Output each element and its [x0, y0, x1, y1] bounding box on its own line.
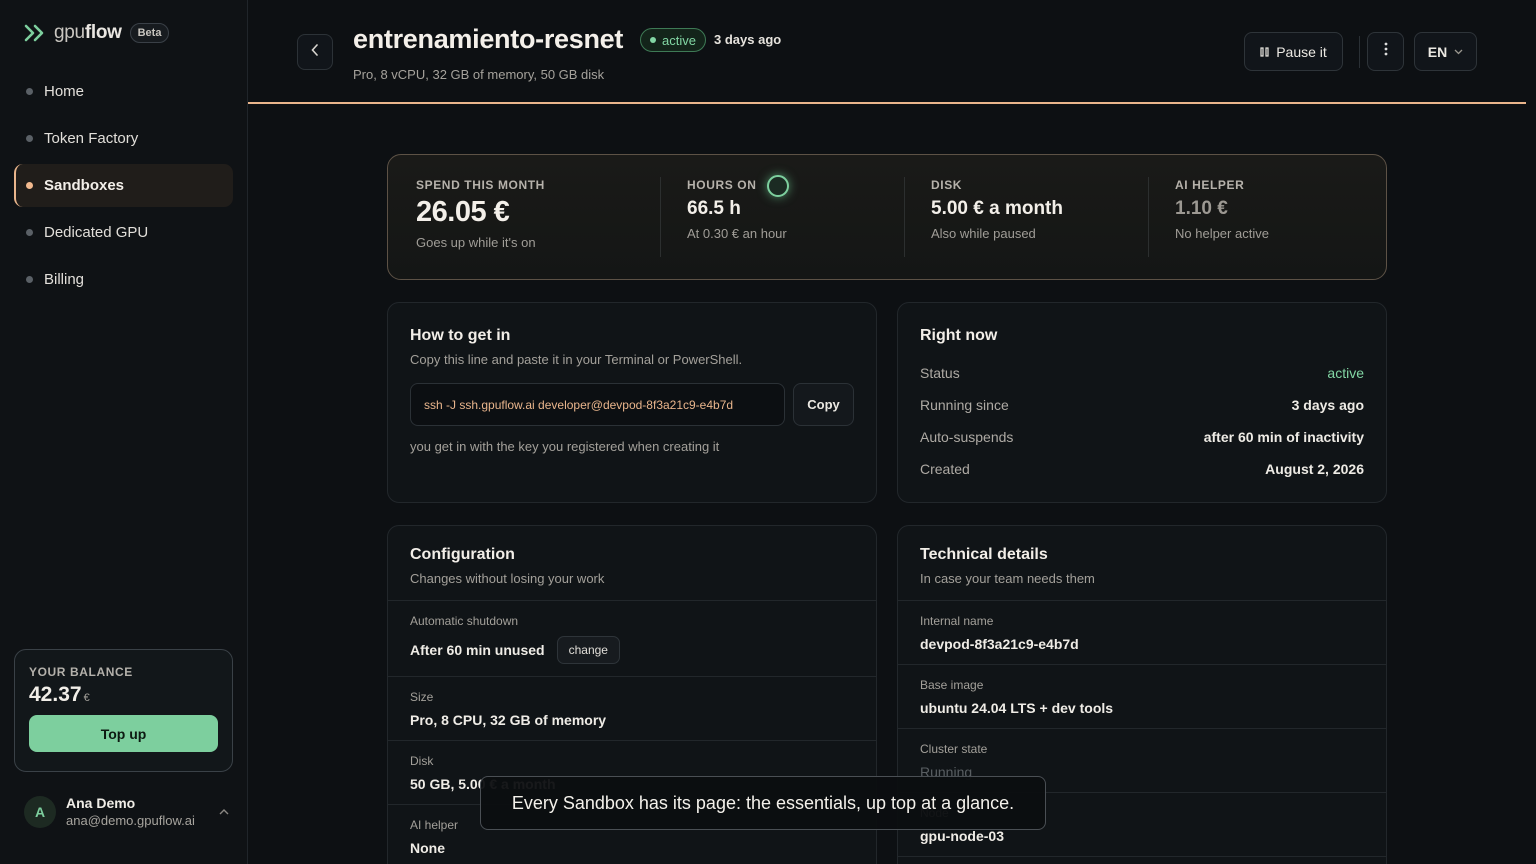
auto-suspends-row: Auto-suspends after 60 min of inactivity: [920, 429, 1364, 445]
sidebar-item-token-factory[interactable]: Token Factory: [14, 117, 233, 160]
sidebar-item-dedicated-gpu[interactable]: Dedicated GPU: [14, 211, 233, 254]
logo-chevrons-icon: [24, 24, 46, 42]
base-image-row: Base image ubuntu 24.04 LTS + dev tools: [898, 665, 1386, 729]
beta-badge: Beta: [129, 23, 170, 43]
stat-value: 66.5 h: [687, 198, 741, 219]
user-name: Ana Demo: [66, 795, 136, 811]
internal-name-row: Internal name devpod-8f3a21c9-e4b7d: [898, 601, 1386, 665]
sidebar-item-sandboxes[interactable]: Sandboxes: [14, 164, 233, 207]
copy-button[interactable]: Copy: [793, 383, 854, 426]
page-subtitle: Pro, 8 vCPU, 32 GB of memory, 50 GB disk: [353, 67, 605, 82]
bullet-icon: [26, 276, 33, 283]
balance-label: YOUR BALANCE: [29, 665, 133, 679]
shutdown-row: Automatic shutdown After 60 min unused ch…: [388, 601, 876, 677]
created-row: Created August 2, 2026: [920, 461, 1364, 477]
stat-value: 26.05 €: [416, 196, 510, 228]
stat-label: DISK: [931, 178, 963, 192]
sidebar-item-billing[interactable]: Billing: [14, 258, 233, 301]
stat-note: No helper active: [1175, 226, 1269, 241]
stat-note: Also while paused: [931, 226, 1036, 241]
stat-ai-helper: AI HELPER 1.10 € No helper active: [1175, 178, 1269, 241]
card-title: Configuration: [410, 546, 515, 563]
status-dot-icon: [650, 37, 656, 43]
back-button[interactable]: [297, 34, 333, 70]
stat-label: AI HELPER: [1175, 178, 1245, 192]
live-indicator-icon: [767, 175, 789, 197]
user-menu[interactable]: A Ana Demo ana@demo.gpuflow.ai: [24, 795, 229, 828]
sidebar-item-label: Token Factory: [44, 130, 139, 147]
user-email: ana@demo.gpuflow.ai: [66, 813, 195, 828]
card-title: How to get in: [410, 327, 511, 344]
balance-amount: 42.37 €: [29, 683, 90, 706]
brand[interactable]: gpuflow Beta: [24, 22, 170, 44]
brand-name: gpuflow: [54, 22, 122, 43]
bullet-icon: [26, 88, 33, 95]
sidebar-nav: Home Token Factory Sandboxes Dedicated G…: [14, 70, 233, 305]
pause-icon: [1260, 44, 1269, 60]
sidebar-item-label: Billing: [44, 271, 85, 288]
stat-value: 1.10 €: [1175, 198, 1228, 219]
divider: [660, 177, 661, 257]
card-subtitle: Copy this line and paste it in your Term…: [410, 352, 743, 367]
status-badge: active: [640, 28, 706, 52]
sidebar-item-home[interactable]: Home: [14, 70, 233, 113]
stat-value: 5.00 € a month: [931, 198, 1063, 219]
card-subtitle: In case your team needs them: [920, 571, 1095, 586]
card-title: Right now: [920, 327, 998, 344]
card-title: Technical details: [920, 546, 1048, 563]
bullet-icon: [26, 229, 33, 236]
right-now-card: Right now Status active Running since 3 da…: [897, 302, 1387, 503]
how-to-get-in-card: How to get in Copy this line and paste i…: [387, 302, 877, 503]
more-options-button[interactable]: [1367, 32, 1404, 71]
change-shutdown-button[interactable]: change: [556, 636, 620, 664]
stats-strip: SPEND THIS MONTH 26.05 € Goes up while i…: [387, 154, 1387, 280]
page-header: entrenamiento-resnet active 3 days ago P…: [248, 0, 1526, 104]
vertical-dots-icon: [1384, 42, 1388, 61]
divider: [1359, 36, 1360, 68]
sidebar-item-label: Dedicated GPU: [44, 224, 149, 241]
tour-caption: Every Sandbox has its page: the essentia…: [480, 776, 1046, 830]
stat-note: Goes up while it's on: [416, 235, 536, 250]
running-since-row: Running since 3 days ago: [920, 397, 1364, 413]
language-select[interactable]: EN: [1414, 32, 1477, 71]
top-up-button[interactable]: Top up: [29, 715, 218, 752]
chevron-up-icon: [219, 806, 229, 818]
status-row: Status active: [920, 365, 1364, 381]
chevron-left-icon: [311, 43, 319, 61]
divider: [904, 177, 905, 257]
sidebar-item-label: Sandboxes: [44, 177, 125, 194]
card-subtitle: Changes without losing your work: [410, 571, 605, 586]
size-row: Size Pro, 8 CPU, 32 GB of memory: [388, 677, 876, 741]
ssh-command-field[interactable]: ssh -J ssh.gpuflow.ai developer@devpod-8…: [410, 383, 785, 426]
avatar: A: [24, 795, 56, 828]
sidebar: gpuflow Beta Home Token Factory Sandboxe…: [0, 0, 248, 864]
status-value: active: [1327, 365, 1364, 381]
stat-note: At 0.30 € an hour: [687, 226, 787, 241]
pause-button[interactable]: Pause it: [1244, 32, 1343, 71]
divider: [1148, 177, 1149, 257]
bullet-icon: [26, 135, 33, 142]
ssh-note: you get in with the key you registered w…: [410, 439, 720, 454]
chevron-down-icon: [1454, 47, 1463, 57]
bullet-icon: [26, 182, 33, 189]
created-ago: 3 days ago: [714, 32, 782, 47]
stat-spend: SPEND THIS MONTH 26.05 € Goes up while i…: [416, 178, 545, 250]
page-title: entrenamiento-resnet: [353, 24, 624, 54]
stat-label: SPEND THIS MONTH: [416, 178, 545, 192]
sidebar-item-label: Home: [44, 83, 85, 100]
stat-disk: DISK 5.00 € a month Also while paused: [931, 178, 1063, 241]
balance-card: YOUR BALANCE 42.37 € Top up: [14, 649, 233, 772]
